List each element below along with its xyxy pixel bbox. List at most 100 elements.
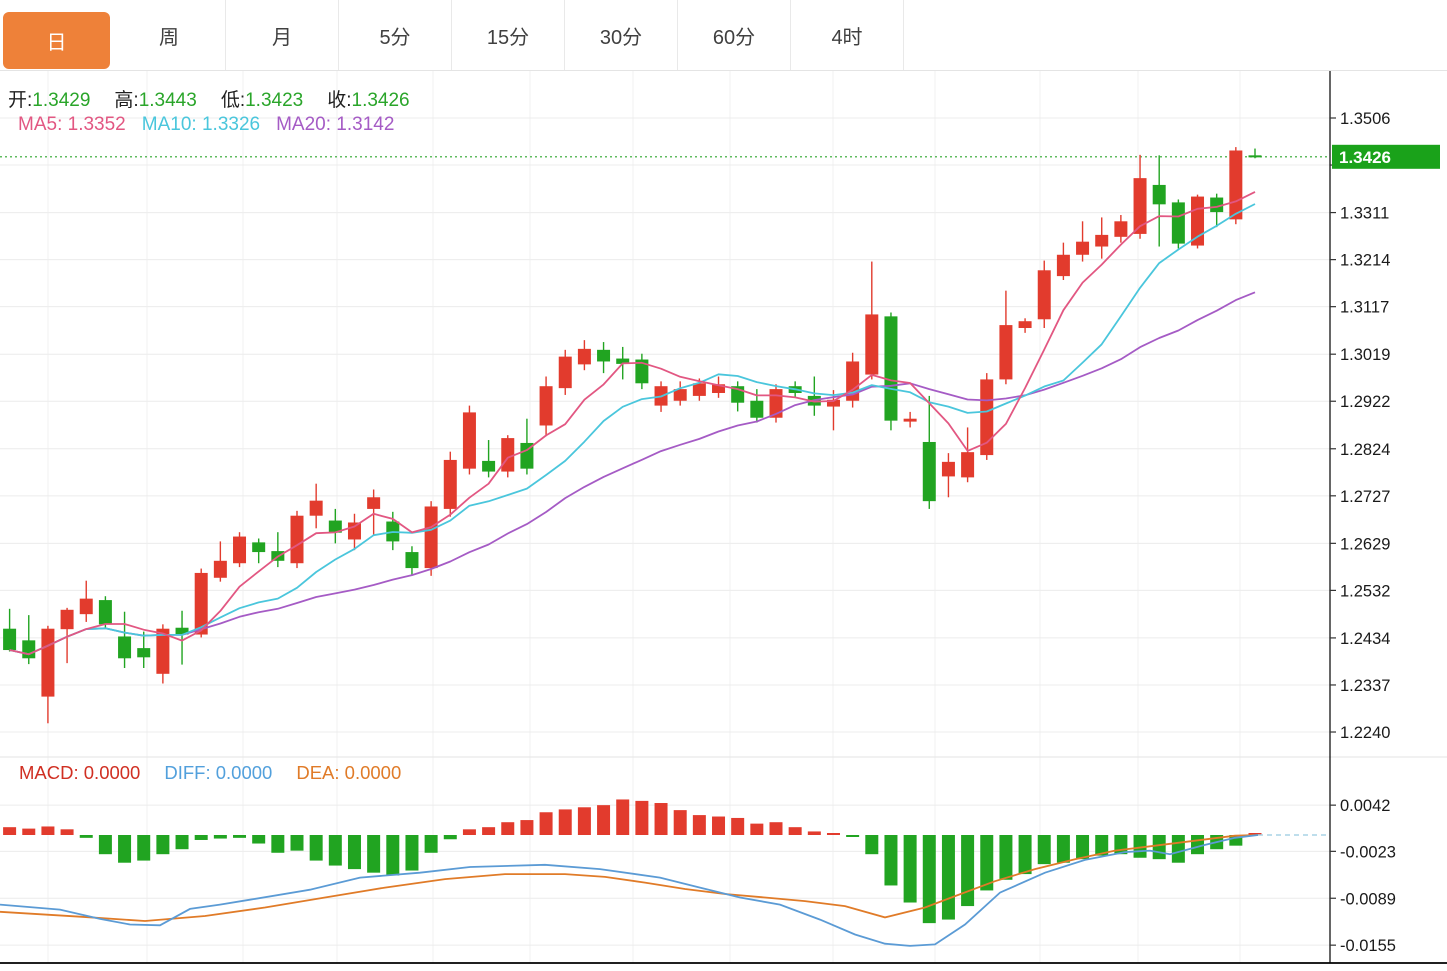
candle-body [1076, 242, 1089, 255]
macd-bar [291, 835, 304, 851]
axis-labels: 1.35061.33111.32141.31171.30191.29221.28… [1330, 110, 1396, 955]
candle-body [405, 552, 418, 568]
macd-bar [731, 818, 744, 835]
tab-15分[interactable]: 15分 [452, 0, 565, 70]
macd-bar [3, 827, 16, 835]
macd-bar [961, 835, 974, 906]
macd-bar [22, 829, 35, 835]
macd-bar [80, 835, 93, 838]
current-price-value: 1.3426 [1339, 148, 1391, 167]
tab-4时[interactable]: 4时 [791, 0, 904, 70]
macd-bar [214, 835, 227, 839]
macd-bar [655, 803, 668, 835]
macd-bar [712, 817, 725, 835]
macd-bar [271, 835, 284, 853]
candle-body [252, 542, 265, 552]
candle-body [1114, 221, 1127, 237]
macd-bar [310, 835, 323, 861]
macd-bar [884, 835, 897, 885]
macd-value: 0.0000 [84, 762, 141, 784]
candle-body [578, 349, 591, 365]
axis-tick-label: 1.3117 [1340, 299, 1389, 317]
candle-body [1229, 150, 1242, 219]
candle-body [1095, 235, 1108, 247]
macd-bar [444, 835, 457, 839]
macd-bar [195, 835, 208, 840]
candle-body [1019, 321, 1032, 328]
dea-label: DEA: [296, 762, 339, 784]
candles-layer [3, 147, 1261, 723]
macd-bar [750, 824, 763, 835]
axis-tick-label: 1.3311 [1340, 205, 1389, 223]
macd-bar [1057, 835, 1070, 863]
tab-月[interactable]: 月 [226, 0, 339, 70]
ma-legend: MA5: 1.3352MA10: 1.3326MA20: 1.3142 [18, 114, 394, 136]
candle-body [1057, 255, 1070, 276]
axis-tick-label: 1.3019 [1340, 346, 1390, 364]
macd-bar [348, 835, 361, 869]
macd-bar [252, 835, 265, 844]
axis-tick-label: 1.2434 [1340, 630, 1390, 648]
candle-body [99, 600, 112, 624]
macd-bar [1019, 835, 1032, 874]
diff-label: DIFF: [164, 762, 210, 784]
candle-body [597, 350, 610, 362]
macd-bar [540, 812, 553, 835]
ma20-label: MA20: [276, 114, 331, 136]
macd-bar [865, 835, 878, 854]
macd-bar [904, 835, 917, 903]
ma20-value: 1.3142 [336, 114, 394, 136]
macd-bar [770, 822, 783, 835]
candle-body [80, 599, 93, 615]
macd-bar [1191, 835, 1204, 854]
candle-body [22, 640, 35, 658]
macd-bar [597, 805, 610, 835]
tab-bar: 日周月5分15分30分60分4时 [0, 0, 1447, 71]
axis-tick-label: -0.0155 [1340, 937, 1396, 955]
candle-body [1172, 202, 1185, 243]
macd-bar [1076, 835, 1089, 859]
candle-body [1191, 197, 1204, 246]
macd-bar [176, 835, 189, 849]
candle-body [1153, 185, 1166, 204]
tab-30分[interactable]: 30分 [565, 0, 678, 70]
macd-bar [137, 835, 150, 861]
axis-tick-label: 1.2532 [1340, 582, 1390, 600]
macd-bar [425, 835, 438, 853]
high-label: 高: [114, 85, 138, 112]
macd-bar [923, 835, 936, 923]
macd-bar [118, 835, 131, 863]
diff-value: 0.0000 [216, 762, 273, 784]
candle-body [310, 501, 323, 516]
chart-canvas[interactable]: 1.35061.33111.32141.31171.30191.29221.28… [0, 0, 1447, 971]
macd-bar [1038, 835, 1051, 864]
axis-tick-label: -0.0089 [1340, 890, 1396, 908]
macd-bar [616, 799, 629, 835]
macd-bar [999, 835, 1012, 880]
axis-tick-label: 1.2337 [1340, 677, 1390, 695]
open-value: 1.3429 [32, 90, 90, 112]
dea-value: 0.0000 [345, 762, 402, 784]
axis-tick-label: 0.0042 [1340, 797, 1390, 815]
candle-body [444, 460, 457, 509]
macd-bar [942, 835, 955, 920]
candle-body [463, 412, 476, 468]
candle-body [1038, 270, 1051, 319]
candle-body [425, 506, 438, 568]
macd-bar [99, 835, 112, 854]
tab-日[interactable]: 日 [3, 12, 110, 69]
ma5-value: 1.3352 [68, 114, 126, 136]
tab-周[interactable]: 周 [113, 0, 226, 70]
axis-tick-label: 1.2922 [1340, 393, 1390, 411]
tab-5分[interactable]: 5分 [339, 0, 452, 70]
low-value: 1.3423 [245, 90, 303, 112]
macd-legend: MACD: 0.0000DIFF: 0.0000DEA: 0.0000 [19, 762, 401, 784]
tab-60分[interactable]: 60分 [678, 0, 791, 70]
candle-body [884, 316, 897, 420]
macd-bar [846, 835, 859, 837]
candle-body [501, 438, 514, 471]
candle-body [693, 383, 706, 396]
macd-bar [1153, 835, 1166, 859]
axis-tick-label: -0.0023 [1340, 843, 1396, 861]
macd-bar [233, 835, 246, 838]
